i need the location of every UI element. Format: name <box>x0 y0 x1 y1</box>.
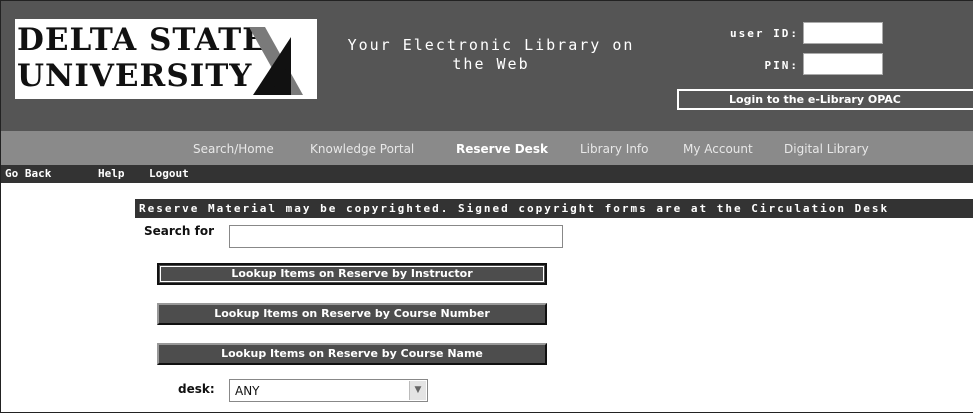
pin-input[interactable] <box>803 53 883 75</box>
logo-text-line2: UNIVERSITY <box>17 58 253 94</box>
university-logo[interactable]: DELTA STATE UNIVERSITY <box>15 19 317 99</box>
nav-library-info[interactable]: Library Info <box>580 142 648 156</box>
lookup-by-instructor-button[interactable]: Lookup Items on Reserve by Instructor <box>157 263 547 285</box>
delta-logo-icon <box>249 27 303 95</box>
desk-select[interactable]: ANY ▼ <box>229 379 428 402</box>
go-back-link[interactable]: Go Back <box>5 167 51 180</box>
nav-knowledge-portal[interactable]: Knowledge Portal <box>310 142 414 156</box>
desk-label: desk: <box>178 382 215 396</box>
nav-digital-library[interactable]: Digital Library <box>784 142 869 156</box>
main-nav: Search/Home Knowledge Portal Reserve Des… <box>1 131 973 165</box>
search-input[interactable] <box>229 225 563 248</box>
login-opac-button[interactable]: Login to the e-Library OPAC <box>677 89 973 110</box>
chevron-down-icon[interactable]: ▼ <box>409 381 426 400</box>
search-label: Search for <box>144 224 215 238</box>
header: DELTA STATE UNIVERSITY Your Electronic L… <box>1 1 973 131</box>
page-frame: DELTA STATE UNIVERSITY Your Electronic L… <box>0 0 973 413</box>
nav-search-home[interactable]: Search/Home <box>193 142 274 156</box>
user-id-label: user ID: <box>730 27 799 40</box>
lookup-by-course-number-button[interactable]: Lookup Items on Reserve by Course Number <box>157 303 547 325</box>
user-id-input[interactable] <box>803 22 883 44</box>
logout-link[interactable]: Logout <box>149 167 189 180</box>
sub-nav: Go Back Help Logout <box>1 165 973 183</box>
nav-reserve-desk[interactable]: Reserve Desk <box>456 142 548 156</box>
copyright-notice: Reserve Material may be copyrighted. Sig… <box>135 199 973 218</box>
site-tagline: Your Electronic Library on the Web <box>347 36 635 73</box>
desk-selected-value: ANY <box>235 384 260 398</box>
nav-my-account[interactable]: My Account <box>683 142 753 156</box>
pin-label: PIN: <box>764 59 799 72</box>
lookup-by-course-name-button[interactable]: Lookup Items on Reserve by Course Name <box>157 343 547 365</box>
help-link[interactable]: Help <box>98 167 125 180</box>
logo-text-line1: DELTA STATE <box>17 22 267 58</box>
